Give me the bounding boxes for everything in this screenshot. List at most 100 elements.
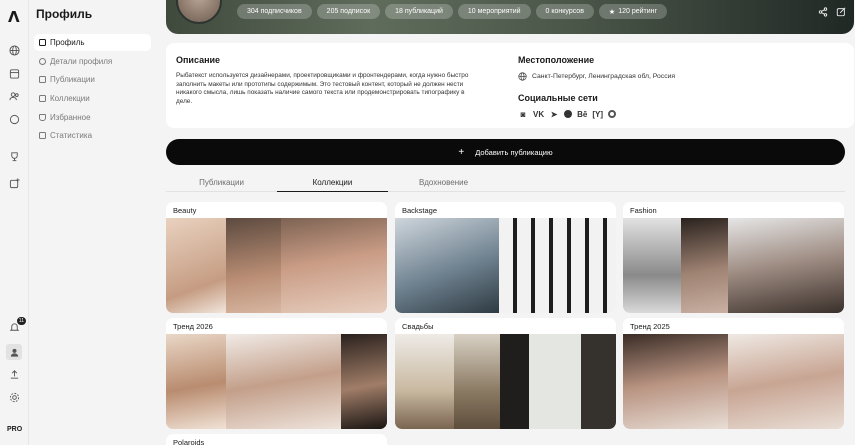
chart-icon — [39, 132, 46, 140]
stat-rating[interactable]: ★ 120 рейтинг — [598, 4, 668, 19]
location: Санкт-Петербург, Ленинградская обл, Росс… — [518, 72, 675, 81]
photo — [499, 218, 616, 313]
stat-contests[interactable]: 0 конкурсов — [535, 4, 594, 19]
location-title: Местоположение — [518, 55, 595, 65]
avatar[interactable] — [176, 0, 222, 24]
stat-label: 120 рейтинг — [618, 8, 658, 15]
stat-following[interactable]: 205 подписок — [316, 4, 381, 19]
photo — [226, 334, 341, 429]
icon-rail: Λ 11 PRO — [0, 0, 29, 445]
collection-title: Polaroids — [173, 437, 205, 445]
main-content: 304 подписчиков 205 подписок 18 публикац… — [157, 0, 855, 445]
collection-card[interactable]: Тренд 2026 — [166, 318, 387, 429]
content-tabs: Публикации Коллекции Вдохновение — [166, 176, 845, 192]
add-publication-label: Добавить публикацию — [475, 147, 553, 157]
grid-icon — [39, 76, 46, 84]
photo — [728, 218, 844, 313]
sidebar-item-profile-details[interactable]: Детали профиля — [34, 53, 151, 70]
photo — [623, 334, 728, 429]
profile-info-card: Описание Рыбатекст используется дизайнер… — [166, 43, 854, 128]
collection-card[interactable]: Backstage — [395, 202, 616, 313]
calendar-icon[interactable] — [8, 67, 21, 80]
sidebar-nav: Профиль Детали профиля Публикации Коллек… — [34, 34, 151, 146]
banner-actions — [818, 7, 846, 19]
photo — [395, 334, 454, 429]
behance-icon[interactable]: Bē — [577, 109, 587, 119]
tab-collections[interactable]: Коллекции — [277, 178, 388, 192]
social-links: ◙ VK ➤ Bē [Y] — [518, 109, 617, 119]
sidebar-item-label: Избранное — [50, 112, 91, 122]
ring-icon[interactable] — [608, 110, 617, 118]
photo — [281, 218, 387, 313]
users-icon[interactable] — [8, 90, 21, 103]
collection-photos — [395, 334, 616, 429]
collection-card[interactable]: Тренд 2025 — [623, 318, 844, 429]
vk-icon[interactable]: VK — [533, 109, 544, 119]
gear-icon — [39, 57, 46, 65]
sidebar-item-label: Статистика — [50, 131, 93, 141]
photo — [341, 334, 387, 429]
social-title: Социальные сети — [518, 93, 598, 103]
profile-sidebar: Профиль Профиль Детали профиля Публикаци… — [29, 0, 157, 445]
collection-card[interactable]: Polaroids — [166, 434, 387, 445]
add-post-icon[interactable] — [8, 177, 21, 190]
photo — [728, 334, 844, 429]
chat-icon[interactable] — [8, 113, 21, 126]
stat-label: 304 подписчиков — [247, 8, 302, 15]
collection-title: Тренд 2025 — [630, 321, 670, 331]
bell-icon[interactable]: 11 — [8, 317, 26, 334]
star-icon: ★ — [608, 8, 616, 16]
share-icon[interactable] — [818, 7, 828, 19]
description-text: Рыбатекст используется дизайнерами, прое… — [176, 72, 469, 105]
sidebar-item-favorites[interactable]: Избранное — [34, 109, 151, 126]
profile-icon[interactable] — [6, 344, 22, 360]
sidebar-item-label: Публикации — [50, 75, 95, 85]
collection-photos — [395, 218, 616, 313]
notification-badge: 11 — [16, 317, 26, 325]
pro-label[interactable]: PRO — [7, 426, 22, 433]
sidebar-item-label: Коллекции — [50, 94, 90, 104]
sidebar-item-publications[interactable]: Публикации — [34, 71, 151, 88]
add-publication-button[interactable]: + Добавить публикацию — [166, 139, 845, 165]
app-logo[interactable]: Λ — [8, 8, 20, 26]
profile-stats: 304 подписчиков 205 подписок 18 публикац… — [237, 4, 668, 19]
photo — [623, 218, 681, 313]
profile-banner: 304 подписчиков 205 подписок 18 публикац… — [166, 0, 854, 34]
plus-icon: + — [458, 146, 465, 158]
tab-publications[interactable]: Публикации — [166, 178, 277, 192]
collection-title: Свадьбы — [402, 321, 434, 331]
globe-icon[interactable] — [8, 44, 21, 57]
bookmark-icon — [39, 113, 46, 121]
photo — [681, 218, 728, 313]
collection-photos — [166, 218, 387, 313]
sidebar-item-label: Профиль — [50, 38, 85, 47]
chat-icon[interactable]: ◙ — [518, 109, 528, 119]
tab-inspiration[interactable]: Вдохновение — [388, 178, 499, 192]
collection-title: Backstage — [402, 205, 438, 215]
sidebar-item-statistics[interactable]: Статистика — [34, 127, 151, 144]
photo — [166, 334, 226, 429]
trophy-icon[interactable] — [8, 150, 21, 163]
profile-icon — [39, 39, 46, 46]
stat-label: 0 конкурсов — [545, 8, 584, 15]
yandex-icon[interactable]: [Y] — [592, 109, 603, 119]
stat-followers[interactable]: 304 подписчиков — [237, 4, 312, 19]
stat-publications[interactable]: 18 публикаций — [385, 4, 453, 19]
sidebar-item-profile[interactable]: Профиль — [34, 34, 151, 51]
stat-label: 205 подписок — [326, 8, 371, 15]
location-text: Санкт-Петербург, Ленинградская обл, Росс… — [532, 73, 676, 80]
edit-icon[interactable] — [836, 7, 846, 19]
upload-icon[interactable] — [8, 368, 21, 381]
settings-icon[interactable] — [8, 391, 21, 404]
telegram-icon[interactable]: ➤ — [549, 109, 559, 119]
description-title: Описание — [176, 55, 221, 65]
circle-icon[interactable] — [564, 110, 573, 118]
photo — [166, 218, 226, 313]
collection-card[interactable]: Beauty — [166, 202, 387, 313]
collection-photos — [623, 334, 844, 429]
stat-label: 10 мероприятий — [467, 8, 521, 15]
collection-card[interactable]: Свадьбы — [395, 318, 616, 429]
collection-card[interactable]: Fashion — [623, 202, 844, 313]
sidebar-item-collections[interactable]: Коллекции — [34, 90, 151, 107]
stat-events[interactable]: 10 мероприятий — [457, 4, 531, 19]
